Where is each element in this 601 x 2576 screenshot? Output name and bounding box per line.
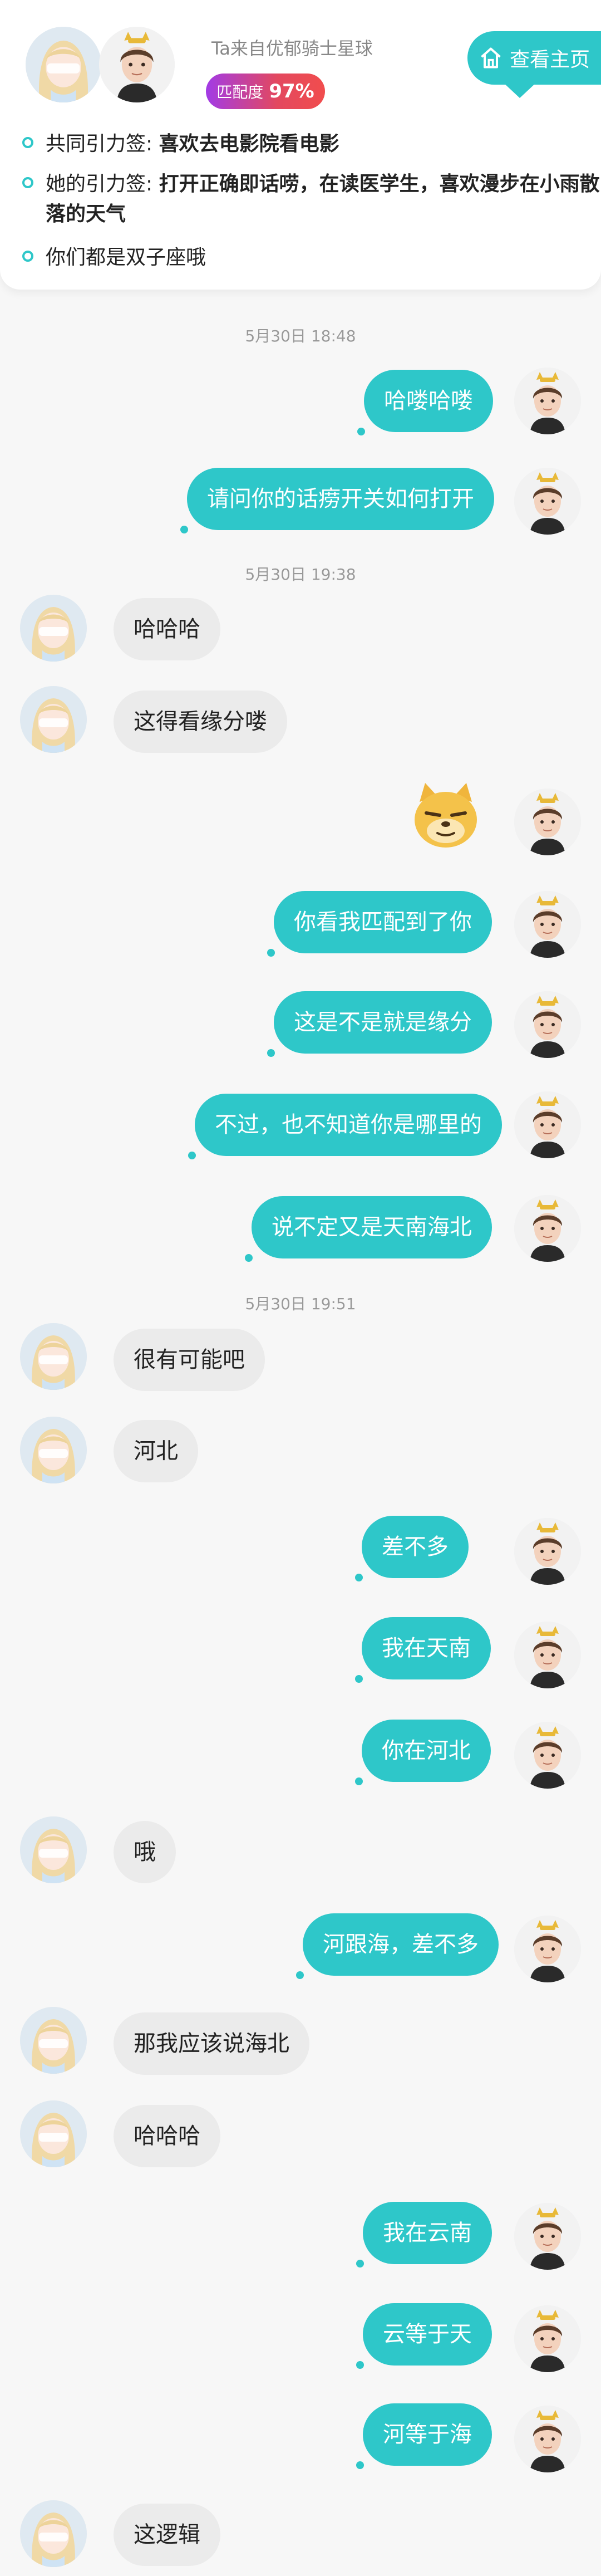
common-tag-label: 共同引力签: (46, 133, 153, 155)
timestamp: 5月30日 19:38 (245, 565, 356, 584)
message-bubble[interactable]: 我在天南 (355, 1617, 491, 1683)
common-tag-row: 共同引力签: 喜欢去电影院看电影 (22, 129, 591, 159)
message-bubble[interactable]: 哦 (114, 1821, 176, 1883)
my-avatar[interactable] (99, 27, 175, 102)
her-avatar[interactable] (26, 27, 101, 102)
message-bubble[interactable]: 哈喽哈喽 (357, 370, 493, 435)
my-avatar[interactable] (514, 2203, 581, 2270)
my-avatar[interactable] (514, 2406, 581, 2472)
my-avatar[interactable] (514, 1195, 581, 1262)
zodiac-tag-row: 你们都是双子座哦 (22, 243, 591, 273)
her-avatar[interactable] (20, 1816, 87, 1883)
her-avatar[interactable] (20, 686, 87, 753)
message-bubble[interactable]: 那我应该说海北 (114, 2012, 309, 2075)
message-bubble[interactable]: 说不定又是天南海北 (245, 1196, 492, 1262)
my-avatar[interactable] (514, 891, 581, 958)
message-bubble[interactable]: 河跟海，差不多 (296, 1913, 499, 1979)
my-avatar[interactable] (514, 2305, 581, 2372)
view-homepage-button[interactable]: 查看主页 (467, 31, 601, 85)
message-bubble[interactable]: 河北 (114, 1420, 198, 1482)
timestamp: 5月30日 18:48 (245, 327, 356, 345)
my-avatar[interactable] (514, 1722, 581, 1789)
message-bubble[interactable]: 这逻辑 (114, 2504, 220, 2566)
her-tag-label: 她的引力签: (46, 173, 153, 195)
origin-text: Ta来自优郁骑士星球 (211, 38, 373, 59)
my-avatar[interactable] (514, 991, 581, 1058)
common-tag-value: 喜欢去电影院看电影 (159, 133, 339, 155)
my-avatar[interactable] (514, 1518, 581, 1585)
my-avatar[interactable] (514, 1622, 581, 1688)
message-bubble[interactable]: 请问你的话痨开关如何打开 (180, 468, 494, 533)
her-avatar[interactable] (20, 2007, 87, 2074)
her-avatar[interactable] (20, 2100, 87, 2167)
timestamp: 5月30日 19:51 (245, 1295, 356, 1313)
match-label: 匹配度 (216, 83, 264, 101)
her-avatar[interactable] (20, 1323, 87, 1390)
match-value: 97% (269, 80, 314, 102)
bullet-dot-icon (22, 137, 33, 148)
message-bubble[interactable]: 不过，也不知道你是哪里的 (188, 1094, 502, 1159)
message-bubble[interactable]: 你在河北 (355, 1720, 491, 1785)
homepage-notch (503, 82, 536, 98)
message-bubble[interactable]: 云等于天 (356, 2303, 492, 2369)
bullet-dot-icon (22, 177, 33, 188)
my-avatar[interactable] (514, 1916, 581, 1982)
zodiac-tag-text: 你们都是双子座哦 (46, 246, 206, 269)
home-icon (481, 47, 501, 68)
her-tag-row: 她的引力签: 打开正确即话唠，在读医学生，喜欢漫步在小雨散落的天气 (22, 169, 601, 229)
bullet-dot-icon (22, 251, 33, 262)
message-bubble[interactable]: 差不多 (355, 1516, 469, 1581)
message-bubble[interactable]: 河等于海 (356, 2403, 492, 2469)
view-homepage-label: 查看主页 (510, 48, 590, 71)
my-avatar[interactable] (514, 368, 581, 434)
my-avatar[interactable] (514, 468, 581, 535)
message-bubble[interactable]: 很有可能吧 (114, 1329, 265, 1391)
message-bubble[interactable]: 你看我匹配到了你 (267, 891, 492, 957)
match-info-card: Ta来自优郁骑士星球 匹配度 97% 查看主页 共同引力签: 喜欢去电影院看电影… (0, 0, 601, 290)
message-bubble[interactable]: 这得看缘分喽 (114, 690, 287, 753)
match-badge: 匹配度 97% (206, 74, 325, 109)
smug-dog-emoji-icon[interactable] (410, 780, 482, 852)
my-avatar[interactable] (514, 1091, 581, 1158)
message-bubble[interactable]: 这是不是就是缘分 (267, 991, 492, 1057)
her-avatar[interactable] (20, 2500, 87, 2567)
my-avatar[interactable] (514, 789, 581, 855)
message-bubble[interactable]: 我在云南 (356, 2202, 492, 2268)
her-avatar[interactable] (20, 1417, 87, 1483)
message-bubble[interactable]: 哈哈哈 (114, 598, 220, 660)
her-avatar[interactable] (20, 595, 87, 662)
message-bubble[interactable]: 哈哈哈 (114, 2105, 220, 2167)
